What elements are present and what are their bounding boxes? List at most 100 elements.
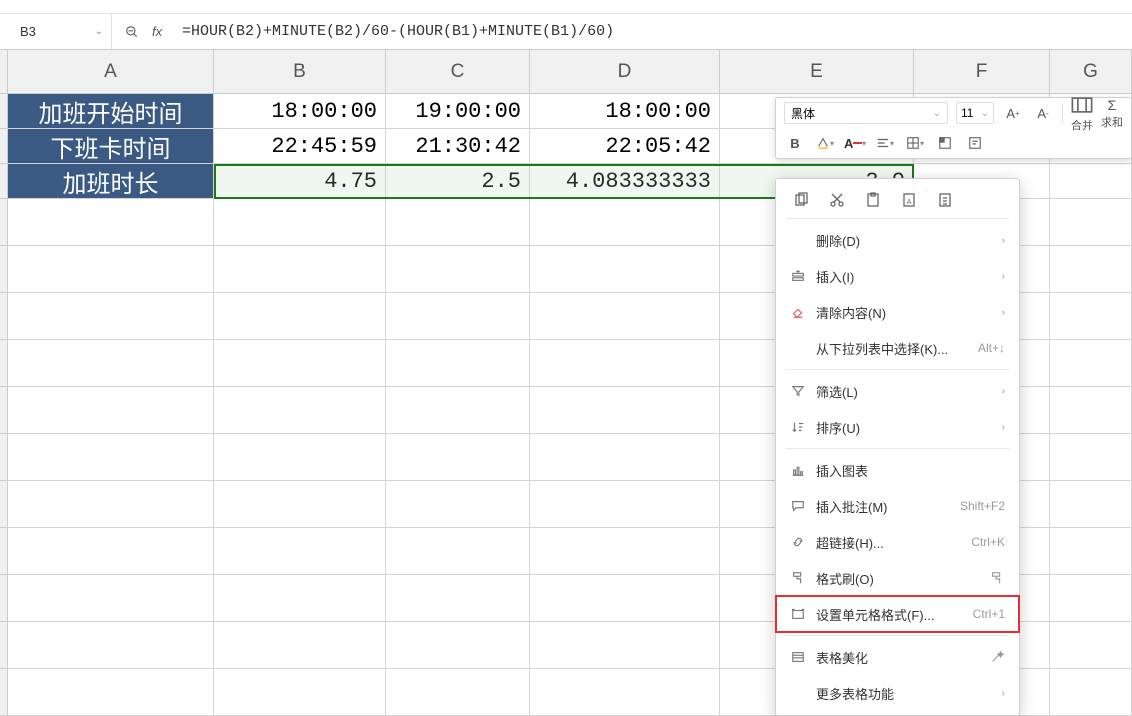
fill-color-button[interactable]: ▾ (814, 132, 836, 154)
cell[interactable] (214, 528, 386, 575)
cell[interactable] (530, 622, 720, 669)
cell[interactable] (386, 669, 530, 716)
row-header[interactable] (0, 199, 8, 246)
border-button[interactable]: ▾ (904, 132, 926, 154)
menu-pick-from-dropdown[interactable]: 从下拉列表中选择(K)... Alt+↓ (776, 330, 1019, 366)
paste-special-icon[interactable] (936, 191, 954, 209)
cell[interactable] (1050, 481, 1132, 528)
cell[interactable] (214, 622, 386, 669)
cell[interactable] (530, 669, 720, 716)
cell[interactable] (530, 575, 720, 622)
menu-insert[interactable]: 插入(I) › (776, 258, 1019, 294)
cell[interactable] (386, 622, 530, 669)
cell[interactable] (1050, 387, 1132, 434)
cell[interactable] (1050, 669, 1132, 716)
fx-icon[interactable]: fx (152, 24, 182, 39)
merge-cells-button[interactable]: 合并 (1071, 94, 1093, 133)
row-header[interactable] (0, 340, 8, 387)
cell[interactable]: 2.5 (386, 164, 530, 199)
menu-format-cells[interactable]: 设置单元格格式(F)... Ctrl+1 (776, 596, 1019, 632)
cell[interactable] (214, 575, 386, 622)
menu-sort[interactable]: 排序(U) › (776, 409, 1019, 445)
row-header[interactable] (0, 434, 8, 481)
cell[interactable]: 19:00:00 (386, 94, 530, 129)
cell[interactable] (1050, 340, 1132, 387)
column-header[interactable]: B (214, 50, 386, 94)
row-header[interactable] (0, 94, 8, 129)
column-header[interactable]: C (386, 50, 530, 94)
cell[interactable] (8, 575, 214, 622)
font-family-select[interactable]: 黑体 ⌄ (784, 102, 948, 124)
cell[interactable] (386, 434, 530, 481)
column-header[interactable]: G (1050, 50, 1132, 94)
cell[interactable]: 4.083333333 (530, 164, 720, 199)
cell[interactable] (214, 340, 386, 387)
cell[interactable]: 22:45:59 (214, 129, 386, 164)
zoom-out-icon[interactable] (112, 25, 152, 39)
copy-icon[interactable] (792, 191, 810, 209)
cell[interactable] (530, 387, 720, 434)
cell[interactable] (8, 199, 214, 246)
column-header[interactable]: F (914, 50, 1050, 94)
cell[interactable] (8, 669, 214, 716)
cell[interactable] (530, 340, 720, 387)
cell[interactable] (530, 528, 720, 575)
row-header[interactable] (0, 622, 8, 669)
cell[interactable]: 18:00:00 (530, 94, 720, 129)
cell[interactable]: 下班卡时间 (8, 129, 214, 164)
cell[interactable] (8, 528, 214, 575)
row-header[interactable] (0, 575, 8, 622)
cell[interactable] (386, 293, 530, 340)
cell[interactable] (386, 246, 530, 293)
bold-button[interactable]: B (784, 132, 806, 154)
row-header[interactable] (0, 669, 8, 716)
menu-format-painter[interactable]: 格式刷(O) (776, 560, 1019, 596)
cell[interactable] (530, 293, 720, 340)
cut-icon[interactable] (828, 191, 846, 209)
cell[interactable] (1050, 434, 1132, 481)
cell[interactable] (8, 481, 214, 528)
font-color-button[interactable]: A▾ (844, 132, 866, 154)
row-header[interactable] (0, 481, 8, 528)
decrease-font-button[interactable]: A- (1032, 102, 1054, 124)
cell[interactable] (530, 481, 720, 528)
font-size-select[interactable]: 11 ⌄ (956, 102, 994, 124)
ribbon-toolbar[interactable] (0, 0, 1132, 14)
cell[interactable] (530, 199, 720, 246)
cell[interactable] (8, 340, 214, 387)
cell[interactable] (8, 622, 214, 669)
column-header[interactable]: A (8, 50, 214, 94)
row-header[interactable] (0, 293, 8, 340)
row-header[interactable] (0, 129, 8, 164)
cell[interactable] (1050, 575, 1132, 622)
row-header[interactable] (0, 387, 8, 434)
select-all-corner[interactable] (0, 50, 8, 94)
cell[interactable] (1050, 246, 1132, 293)
cell[interactable] (8, 293, 214, 340)
cell[interactable] (530, 246, 720, 293)
align-button[interactable]: ▾ (874, 132, 896, 154)
cell[interactable] (386, 575, 530, 622)
cell[interactable] (214, 434, 386, 481)
cell[interactable] (214, 669, 386, 716)
cell[interactable] (1050, 528, 1132, 575)
cell[interactable] (386, 387, 530, 434)
cell[interactable] (386, 528, 530, 575)
cell[interactable] (1050, 164, 1132, 199)
row-header[interactable] (0, 246, 8, 293)
cell[interactable] (214, 199, 386, 246)
paste-icon[interactable] (864, 191, 882, 209)
menu-filter[interactable]: 筛选(L) › (776, 373, 1019, 409)
menu-table-style[interactable]: 表格美化 (776, 639, 1019, 675)
cell[interactable] (1050, 199, 1132, 246)
increase-font-button[interactable]: A+ (1002, 102, 1024, 124)
cell[interactable] (214, 387, 386, 434)
cell[interactable] (386, 481, 530, 528)
menu-delete[interactable]: 删除(D) › (776, 222, 1019, 258)
cell[interactable]: 加班时长 (8, 164, 214, 199)
row-header[interactable] (0, 164, 8, 199)
cell[interactable] (8, 387, 214, 434)
cell[interactable]: 4.75 (214, 164, 386, 199)
chevron-down-icon[interactable]: ⌄ (95, 26, 103, 37)
cell[interactable]: 加班开始时间 (8, 94, 214, 129)
